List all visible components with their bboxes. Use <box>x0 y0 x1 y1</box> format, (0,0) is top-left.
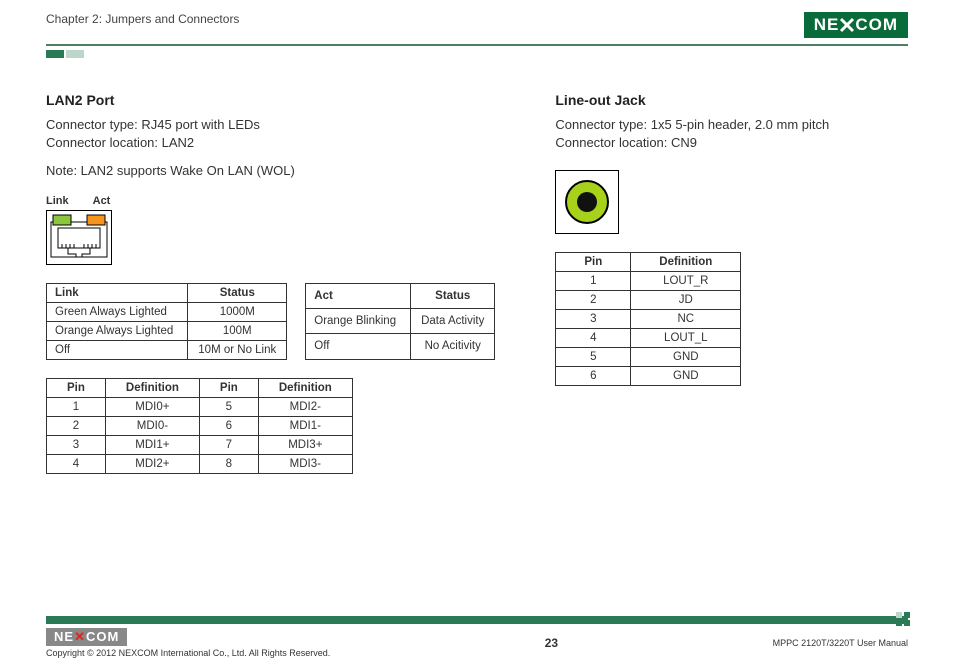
lineout-pin-table: Pin Definition 1LOUT_R 2JD 3NC 4LOUT_L 5… <box>555 252 741 386</box>
table-row: Orange Always Lighted100M <box>47 321 287 340</box>
table-row: OffNo Acitivity <box>306 334 495 359</box>
table-row: Green Always Lighted1000M <box>47 302 287 321</box>
table-row: Orange BlinkingData Activity <box>306 308 495 333</box>
brand-logo-bottom: NE✕COM <box>46 628 127 646</box>
table-row: 6GND <box>556 367 741 386</box>
footer-ornament-icon <box>896 612 910 628</box>
table-row: 2JD <box>556 291 741 310</box>
table-row: 1LOUT_R <box>556 272 741 291</box>
table-row: 1MDI0+5MDI2- <box>47 397 353 416</box>
table-row: 2MDI0-6MDI1- <box>47 416 353 435</box>
table-row: 4MDI2+8MDI3- <box>47 454 353 473</box>
footer-copyright: Copyright © 2012 NEXCOM International Co… <box>46 648 330 658</box>
table-row: 3NC <box>556 310 741 329</box>
table-row: 4LOUT_L <box>556 329 741 348</box>
lineout-connector-type: Connector type: 1x5 5-pin header, 2.0 mm… <box>555 116 908 134</box>
logo-x-icon <box>839 17 855 33</box>
table-row: 5GND <box>556 348 741 367</box>
rj45-label-link: Link <box>46 195 69 207</box>
lineout-section: Line-out Jack Connector type: 1x5 5-pin … <box>555 92 908 474</box>
tab-marks <box>46 50 908 58</box>
page-number: 23 <box>545 636 558 650</box>
lineout-title: Line-out Jack <box>555 92 908 108</box>
lan2-act-table: Act Status Orange BlinkingData Activity … <box>305 283 495 360</box>
lan2-pin-table: Pin Definition Pin Definition 1MDI0+5MDI… <box>46 378 353 474</box>
rj45-label-act: Act <box>93 195 111 207</box>
lan2-section: LAN2 Port Connector type: RJ45 port with… <box>46 92 495 474</box>
brand-logo-top: NE COM <box>804 12 908 38</box>
footer-doc-title: MPPC 2120T/3220T User Manual <box>773 638 908 648</box>
page-header: Chapter 2: Jumpers and Connectors NE COM <box>46 12 908 42</box>
footer-left: NE✕COM Copyright © 2012 NEXCOM Internati… <box>46 628 330 658</box>
header-rule <box>46 44 908 46</box>
lineout-connector-location: Connector location: CN9 <box>555 134 908 152</box>
rj45-port-icon <box>50 214 108 258</box>
chapter-title: Chapter 2: Jumpers and Connectors <box>46 12 239 26</box>
lan2-connector-location: Connector location: LAN2 <box>46 134 495 152</box>
lan2-connector-type: Connector type: RJ45 port with LEDs <box>46 116 495 134</box>
page-footer: NE✕COM Copyright © 2012 NEXCOM Internati… <box>46 616 908 658</box>
lan2-title: LAN2 Port <box>46 92 495 108</box>
table-row: Off10M or No Link <box>47 340 287 359</box>
footer-rule <box>46 616 908 624</box>
lan2-link-table: Link Status Green Always Lighted1000M Or… <box>46 283 287 360</box>
lineout-jack-icon <box>555 170 619 234</box>
table-row: 3MDI1+7MDI3+ <box>47 435 353 454</box>
lan2-note: Note: LAN2 supports Wake On LAN (WOL) <box>46 162 495 180</box>
rj45-diagram: Link Act <box>46 195 495 265</box>
